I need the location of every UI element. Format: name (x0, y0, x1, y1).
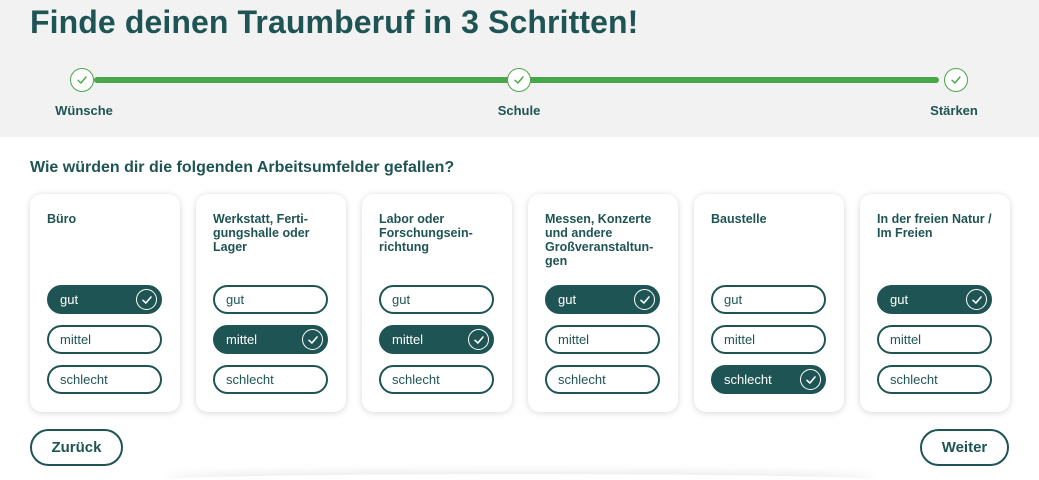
option-label: mittel (890, 332, 922, 347)
progress-track (94, 77, 519, 83)
check-icon (634, 289, 655, 310)
card-title: Messen, Konzerte und andere Großveransta… (545, 212, 654, 268)
option-label: mittel (226, 332, 258, 347)
page-title: Finde deinen Traumberuf in 3 Schritten! (30, 4, 639, 40)
option-gut-button[interactable]: gut (213, 285, 328, 314)
check-icon (800, 369, 821, 390)
option-label: gut (558, 292, 577, 307)
step-staerken-check-icon[interactable] (944, 68, 968, 92)
question-heading: Wie würden dir die folgenden Arbeitsumfe… (30, 159, 455, 176)
option-mittel-button[interactable]: mittel (877, 325, 992, 354)
check-icon (136, 289, 157, 310)
option-gut-button[interactable]: gut (47, 285, 162, 314)
option-mittel-button[interactable]: mittel (47, 325, 162, 354)
option-label: schlecht (392, 372, 440, 387)
option-schlecht-button[interactable]: schlecht (379, 365, 494, 394)
option-mittel-button[interactable]: mittel (379, 325, 494, 354)
option-label: schlecht (558, 372, 606, 387)
next-button[interactable]: Weiter (920, 429, 1009, 466)
option-gut-button[interactable]: gut (379, 285, 494, 314)
option-label: schlecht (226, 372, 274, 387)
step-label-schule: Schule (497, 103, 541, 118)
option-schlecht-button[interactable]: schlecht (213, 365, 328, 394)
footer-shadow (165, 474, 875, 480)
environment-card: Messen, Konzerte und andere Großveransta… (528, 194, 678, 412)
check-icon (966, 289, 987, 310)
card-title: Labor oder Forschungsein- richtung (379, 212, 473, 254)
environment-card: Labor oder Forschungsein- richtung gut mit… (362, 194, 512, 412)
option-label: gut (226, 292, 245, 307)
option-schlecht-button[interactable]: schlecht (877, 365, 992, 394)
environment-card: Werkstatt, Ferti- gungshalle oder Lager g… (196, 194, 346, 412)
step-label-wuensche: Wünsche (55, 103, 113, 118)
option-label: schlecht (724, 372, 772, 387)
option-label: schlecht (60, 372, 108, 387)
option-mittel-button[interactable]: mittel (711, 325, 826, 354)
back-button[interactable]: Zurück (30, 429, 123, 466)
step-schule-check-icon[interactable] (507, 68, 531, 92)
option-label: schlecht (890, 372, 938, 387)
option-mittel-button[interactable]: mittel (545, 325, 660, 354)
option-label: gut (890, 292, 909, 307)
option-label: gut (392, 292, 411, 307)
option-mittel-button[interactable]: mittel (213, 325, 328, 354)
option-label: mittel (724, 332, 756, 347)
option-schlecht-button[interactable]: schlecht (711, 365, 826, 394)
card-title: Baustelle (711, 212, 767, 226)
option-label: mittel (392, 332, 424, 347)
option-label: mittel (60, 332, 92, 347)
step-wuensche-check-icon[interactable] (70, 68, 94, 92)
check-icon (468, 329, 489, 350)
environment-card: Büro gut mittel schlecht (30, 194, 180, 412)
environment-card: Baustelle gut mittel schlecht (694, 194, 844, 412)
option-schlecht-button[interactable]: schlecht (47, 365, 162, 394)
card-title: Werkstatt, Ferti- gungshalle oder Lager (213, 212, 310, 254)
option-schlecht-button[interactable]: schlecht (545, 365, 660, 394)
option-gut-button[interactable]: gut (877, 285, 992, 314)
option-label: gut (724, 292, 743, 307)
card-title: In der freien Natur / Im Freien (877, 212, 992, 240)
option-gut-button[interactable]: gut (545, 285, 660, 314)
check-icon (302, 329, 323, 350)
option-label: gut (60, 292, 79, 307)
progress-track (519, 77, 939, 83)
environment-card: In der freien Natur / Im Freien gut mittel… (860, 194, 1010, 412)
option-gut-button[interactable]: gut (711, 285, 826, 314)
card-title: Büro (47, 212, 77, 226)
step-label-staerken: Stärken (930, 103, 978, 118)
progress-header: Finde deinen Traumberuf in 3 Schritten! … (0, 0, 1039, 137)
option-label: mittel (558, 332, 590, 347)
